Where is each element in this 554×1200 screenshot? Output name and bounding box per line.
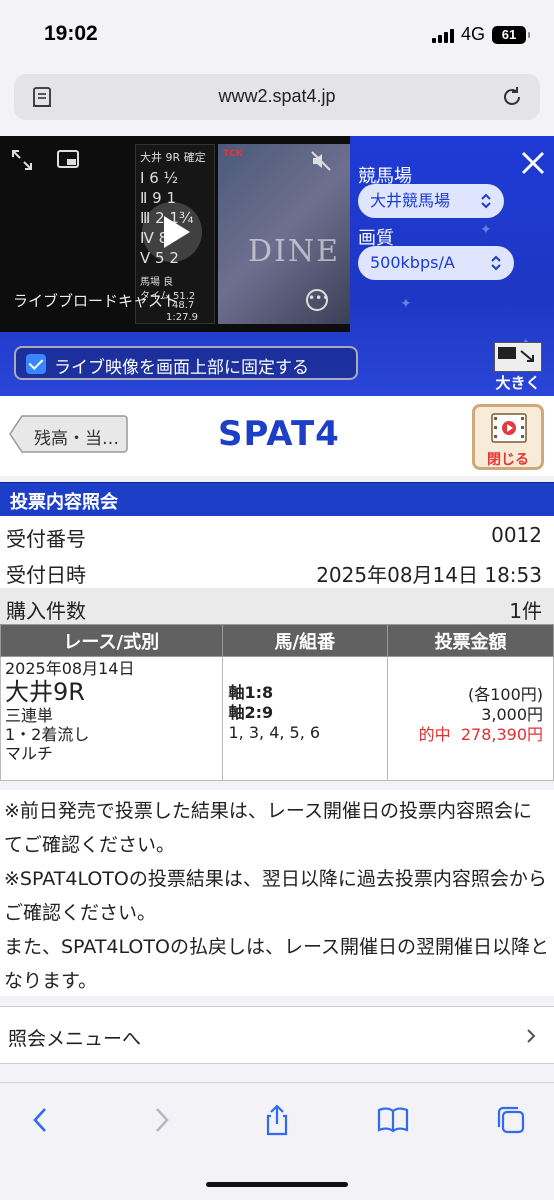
table-header-row: レース/式別 馬/組番 投票金額 (0, 624, 554, 657)
decorative-star: ✦ (480, 222, 492, 238)
unit-price: (各100円) (467, 685, 543, 704)
venue-value: 大井競馬場 (370, 191, 451, 210)
url-text[interactable]: www2.spat4.jp (14, 86, 540, 107)
bet-method: 1・2着流し (5, 725, 90, 744)
pin-video-checkbox[interactable]: ライブ映像を画面上部に固定する (14, 346, 358, 380)
section-title: 投票内容照会 (10, 492, 118, 513)
info-value: 2025年08月14日 18:53 (316, 563, 542, 587)
note-text: ※前日発売で投票した結果は、レース開催日の投票内容照会にてご確認ください。 (4, 800, 532, 856)
amount-cell: (各100円) 3,000円 的中 278,390円 (387, 656, 554, 781)
info-key: 受付番号 (6, 527, 86, 551)
inquiry-menu-label: 照会メニューへ (8, 1028, 142, 1050)
battery-level: 61 (501, 27, 517, 42)
info-key: 受付日時 (6, 563, 86, 587)
pip-icon[interactable] (56, 148, 80, 170)
quality-select[interactable]: 500kbps/A (358, 246, 514, 280)
more-options-icon[interactable]: ••• (306, 289, 329, 311)
chevron-updown-icon (491, 255, 501, 271)
screen-text: DINE (248, 234, 341, 269)
decorative-star: ✦ (400, 296, 412, 312)
address-bar[interactable]: www2.spat4.jp (14, 74, 540, 120)
spat4-logo: SPAT4 (218, 414, 340, 454)
back-icon[interactable] (24, 1103, 58, 1137)
quality-value: 500kbps/A (370, 253, 455, 272)
note-text: ※SPAT4LOTOの投票結果は、翌日以降に過去投票内容照会からご確認ください。 (4, 868, 547, 924)
bet-table: レース/式別 馬/組番 投票金額 2025年08月14日 大井9R 三連単 1・… (0, 624, 554, 781)
notes: ※前日発売で投票した結果は、レース開催日の投票内容照会にてご確認ください。 ※S… (0, 790, 554, 996)
axis-1: 軸1:8 (228, 683, 274, 702)
close-video-button[interactable]: 閉じる (472, 404, 544, 470)
network-type: 4G (460, 24, 485, 44)
info-key: 購入件数 (6, 599, 86, 623)
player-title: ライブブロードキャスト (13, 292, 179, 310)
home-indicator (206, 1182, 348, 1187)
board-line: Ⅰ 6 ½ (140, 169, 179, 187)
enlarge-button[interactable]: 大きく (492, 340, 544, 394)
checkbox-checked-icon[interactable] (26, 354, 46, 374)
status-indicators: 4G 61 (431, 24, 530, 45)
section-title-bar: 投票内容照会 (0, 482, 554, 516)
status-bar: 19:02 4G 61 (0, 0, 554, 70)
column-header: 投票金額 (387, 624, 554, 657)
play-button[interactable] (142, 202, 202, 262)
tabs-icon[interactable] (494, 1103, 528, 1137)
video-player[interactable]: 大井 9R 確定 Ⅰ 6 ½ Ⅱ 9 1 Ⅲ 2 1¾ Ⅳ 8 Ⅴ 5 2 馬場… (0, 136, 350, 332)
inquiry-menu-link[interactable]: 照会メニューへ (0, 1006, 554, 1064)
enlarge-label: 大きく (495, 374, 541, 392)
broadcaster-logo: TCK (223, 149, 243, 159)
bet-option: マルチ (5, 744, 54, 763)
race-name: 大井9R (5, 678, 85, 706)
fullscreen-icon[interactable] (10, 148, 34, 172)
axis-2: 軸2:9 (228, 703, 274, 722)
board-line: 馬場 良 (140, 277, 174, 288)
forward-icon[interactable] (144, 1103, 178, 1137)
status-time: 19:02 (44, 22, 98, 45)
race-cell: 2025年08月14日 大井9R 三連単 1・2着流し マルチ (0, 656, 223, 781)
chevron-right-icon (527, 1029, 536, 1043)
mute-icon[interactable] (310, 150, 332, 172)
back-balance-label: 残高・当… (34, 429, 119, 449)
info-value: 0012 (491, 523, 542, 547)
info-value: 1件 (509, 599, 542, 623)
site-header: 残高・当… SPAT4 閉じる (0, 396, 554, 476)
board-line: 大井 9R 確定 (140, 151, 206, 164)
payout-amount: 278,390円 (460, 725, 543, 744)
bookmarks-icon[interactable] (376, 1103, 410, 1137)
column-header: レース/式別 (0, 624, 223, 657)
battery-icon: 61 (492, 25, 530, 44)
total-amount: 3,000円 (481, 705, 543, 724)
note-text: また、SPAT4LOTOの払戻しは、レース開催日の翌開催日以降となります。 (4, 936, 549, 992)
close-video-label: 閉じる (487, 452, 529, 468)
back-balance-button[interactable]: 残高・当… (8, 414, 128, 454)
info-row-count: 購入件数 1件 (0, 588, 554, 626)
enlarge-icon (494, 342, 542, 372)
film-icon (491, 413, 527, 443)
chevron-updown-icon (481, 193, 491, 209)
race-date: 2025年08月14日 (5, 659, 135, 678)
venue-select[interactable]: 大井競馬場 (358, 184, 504, 218)
signal-icon (431, 27, 454, 43)
combination-cell: 軸1:8 軸2:9 1, 3, 4, 5, 6 (221, 656, 389, 781)
table-row: 2025年08月14日 大井9R 三連単 1・2着流し マルチ 軸1:8 軸2:… (0, 656, 554, 781)
board-line: 1:27.9 (166, 312, 198, 323)
close-video-icon[interactable] (520, 150, 546, 176)
pin-video-label: ライブ映像を画面上部に固定する (54, 358, 309, 378)
reload-icon[interactable] (500, 85, 524, 109)
info-row-receipt-time: 受付日時 2025年08月14日 18:53 (0, 552, 554, 590)
column-header: 馬/組番 (221, 624, 389, 657)
info-row-receipt-no: 受付番号 0012 (0, 516, 554, 554)
partner-horses: 1, 3, 4, 5, 6 (228, 723, 321, 742)
bet-type: 三連単 (5, 706, 54, 725)
hit-label: 的中 (418, 725, 451, 744)
share-icon[interactable] (260, 1103, 294, 1137)
